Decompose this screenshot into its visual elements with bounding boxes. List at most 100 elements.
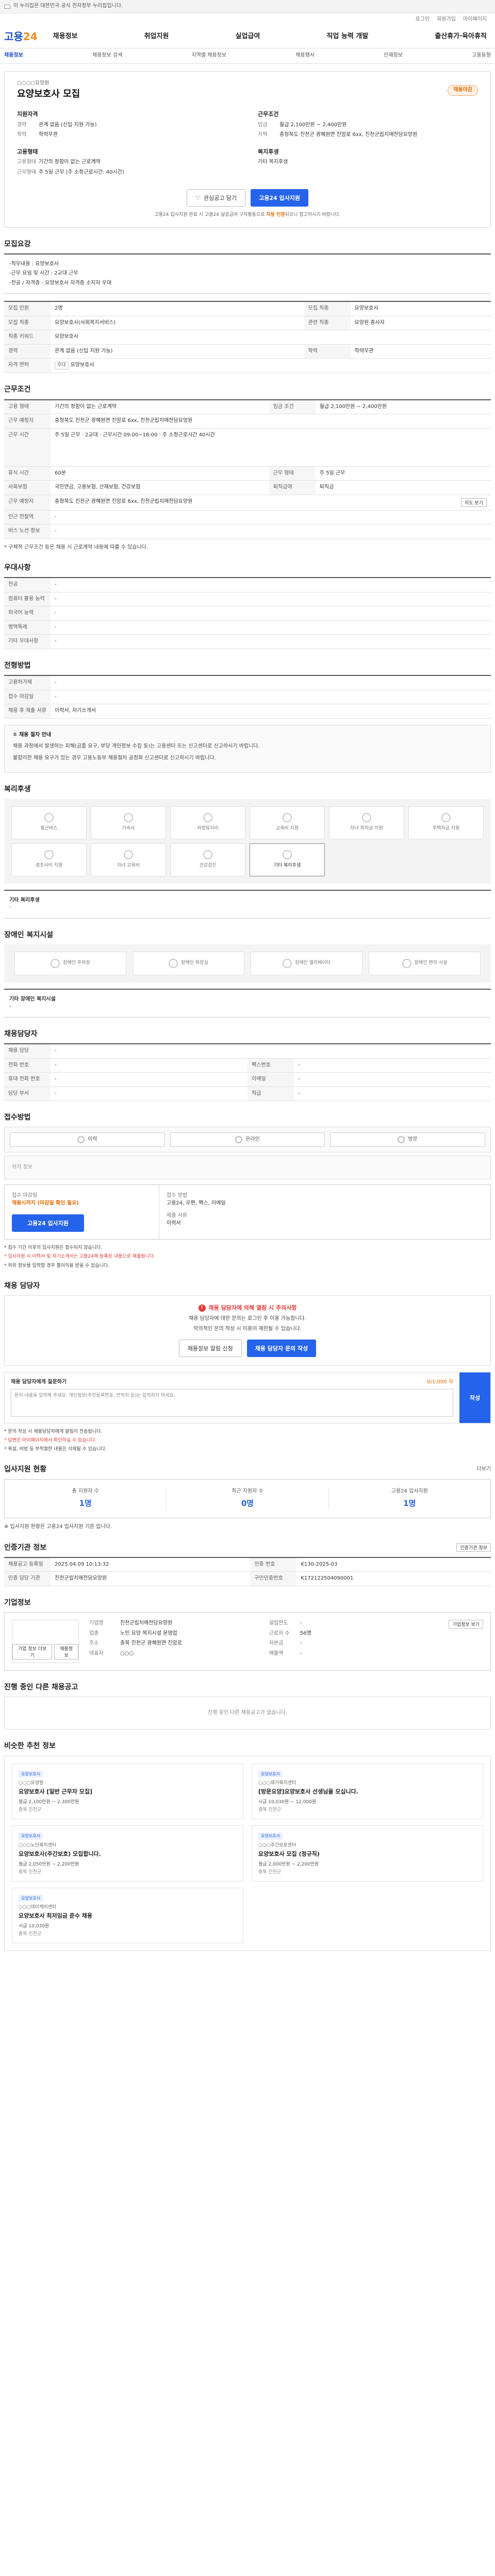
bullet-line: * 접수 기간 이후의 입사지원은 접수되지 않습니다. — [4, 1245, 103, 1251]
kv-key: 설립연도 — [269, 1620, 288, 1626]
method-value: 고용24, 우편, 팩스, 이메일 — [167, 1200, 226, 1206]
kv-key: 임금 — [258, 122, 268, 128]
question-textarea[interactable]: 문의 내용을 입력해 주세요. 개인정보(주민등록번호, 연락처 등)는 입력하… — [11, 1389, 453, 1417]
recommend-card[interactable]: 요양보호사 ○○○노인복지센터 요양보호사(주간보호) 모집합니다. 월급 2,… — [12, 1825, 243, 1882]
lnb-item-region[interactable]: 지역별 채용정보 — [191, 52, 226, 60]
pref-section: 우대사항 전공 - 컴퓨터 활용 능력 - 외국어 능력 - 병역특례 - 기타 우대사… — [4, 563, 491, 649]
disability-item: 장애인 엘리베이터 — [251, 951, 362, 975]
apply-online-button[interactable]: 고용24 입사지원 — [12, 1214, 84, 1232]
row-value: - — [51, 675, 491, 690]
kv-value: 기타 복지후생 — [258, 159, 288, 165]
card-meta: 시급 10,030원 ~ 12,000원 — [258, 1800, 317, 1805]
recommend-card[interactable]: 요양보호사 ○○○재가복지센터 [방문요양]요양보호사 선생님을 모십니다. 시… — [252, 1763, 483, 1820]
row-key: 담당 부서 — [4, 1087, 51, 1101]
row-key: 컴퓨터 활용 능력 — [4, 592, 51, 607]
wheelchair-icon — [402, 958, 411, 968]
site-logo[interactable]: 고용24 — [4, 29, 38, 44]
emp-heading: 고용형태 — [17, 148, 38, 155]
scrap-button[interactable]: ♡ 관심공고 담기 — [187, 189, 246, 207]
row-key: 전공 — [4, 578, 51, 592]
apply-button[interactable]: 고용24 입사지원 — [251, 189, 308, 207]
gnb-item-support[interactable]: 취업지원 — [144, 32, 169, 42]
logo-main: 고용 — [4, 30, 23, 43]
row-key: 근무 형태 — [269, 466, 316, 481]
lnb-item-event[interactable]: 채용행사 — [295, 52, 315, 60]
disability-label: 장애인 편의 시설 — [414, 960, 448, 966]
apply-tabs: 이력 온라인 방문 — [4, 1127, 491, 1153]
welfare-grid: 통근버스 기숙사 차량유지비 교육비 지원 자녀 학자금 지원 주택자금 지원 … — [4, 799, 491, 884]
pref-table: 전공 - 컴퓨터 활용 능력 - 외국어 능력 - 병역특례 - 기타 우대사항 - — [4, 577, 491, 649]
lnb-item-search[interactable]: 채용정보 검색 — [92, 52, 122, 60]
welfare-item: 기타 복리후생 — [250, 843, 325, 876]
welfare-label: 차량유지비 — [197, 826, 219, 832]
company-more-button[interactable]: 기업 정보 더보기 — [12, 1644, 53, 1660]
recommend-card[interactable]: 요양보호사 ○○○주간보호센터 요양보호사 모집 (정규직) 월급 2,000만… — [252, 1825, 483, 1882]
company-name[interactable]: ○○○○요양원 — [17, 80, 80, 88]
row-value: - — [294, 1058, 491, 1073]
job-title: 요양보호사 모집 — [17, 88, 80, 99]
recommend-card[interactable]: 요양보호사 ○○○데이케어센터 요양보호사 최저임금 준수 채용 시급 10,0… — [12, 1887, 243, 1944]
row-key: 모집 직종 — [4, 316, 51, 331]
book-icon — [283, 813, 292, 823]
apply-note: 고용24 입사지원 완료 시 고용24 실업급여 구직활동으로 자동 인정되오니… — [17, 212, 478, 218]
gnb-item-leave[interactable]: 출산휴가·육아휴직 — [435, 32, 487, 42]
gnb-item-jobs[interactable]: 채용정보 — [53, 32, 78, 42]
docs-value: 이력서 — [167, 1220, 181, 1226]
row-key: 병역특례 — [4, 620, 51, 635]
card-company: ○○○노인복지센터 — [19, 1842, 57, 1848]
kv-value: 충청북도 진천군 광혜원면 진암로 6xx, 진천군립치매전담요양원 — [279, 132, 418, 138]
section-title: 우대사항 — [4, 564, 31, 572]
info-section: 인증기관 정보 인증기관 정보 채용공고 등록일 2025.04.09 10:13:… — [4, 1543, 491, 1586]
row-value: 요양보호사 — [350, 301, 491, 316]
recommend-card[interactable]: 요양보호사 ○○○요양원 요양보호사 [일반 근무자 모집] 월급 2,100만… — [12, 1763, 243, 1820]
recommend-cards: 요양보호사 ○○○요양원 요양보호사 [일반 근무자 모집] 월급 2,100만… — [4, 1755, 491, 1952]
submit-question-button[interactable]: 작성 — [459, 1372, 490, 1423]
write-inquiry-button[interactable]: 채용 담당자 문의 작성 — [246, 1339, 317, 1357]
method-label: 접수 방법 — [167, 1193, 187, 1199]
welfare-other: 기타 복리후생 - — [4, 889, 491, 919]
desc-line: -근무 요일 및 시간 : 2교대 근무 — [9, 270, 78, 277]
disability-label: 장애인 엘리베이터 — [294, 960, 331, 966]
row-key: 접수 마감일 — [4, 690, 51, 705]
deadline-value: 채용시까지 (마감일 확인 필요) — [12, 1200, 79, 1206]
stat-value: 1명 — [79, 1499, 92, 1509]
stats-more-link[interactable]: 더보기 — [476, 1466, 491, 1473]
scrap-label: 관심공고 담기 — [203, 195, 237, 202]
kv-value: ○○○ — [120, 1650, 134, 1656]
kv-key: 주소 — [89, 1640, 99, 1647]
kv-key: 학력 — [17, 132, 27, 138]
kv-key: 근무형태 — [17, 169, 36, 175]
join-link[interactable]: 회원가입 — [437, 16, 456, 24]
map-view-button[interactable]: 지도 보기 — [461, 498, 487, 507]
row-key: 고용 형태 — [4, 399, 51, 415]
tab-resume[interactable]: 이력 — [10, 1132, 165, 1147]
mypage-link[interactable]: 마이페이지 — [463, 16, 487, 24]
recommend-section: 비슷한 추천 정보 요양보호사 ○○○요양원 요양보호사 [일반 근무자 모집]… — [4, 1741, 491, 1952]
tab-online[interactable]: 온라인 — [170, 1132, 325, 1147]
row-value: - — [51, 1044, 491, 1059]
tab-visit[interactable]: 방문 — [330, 1132, 486, 1147]
lnb-item-jobs[interactable]: 채용정보 — [4, 52, 23, 60]
company-section: 기업정보 기업 정보 더보기 채용정보 기업명 진천군립치매전담요양원 업종 노인 … — [4, 1598, 491, 1671]
gnb-item-training[interactable]: 직업 능력 개발 — [326, 32, 368, 42]
company-jobs-button[interactable]: 채용정보 — [54, 1644, 78, 1660]
tab-label: 방문 — [408, 1137, 418, 1143]
disability-grid: 장애인 주차장 장애인 화장실 장애인 엘리베이터 장애인 편의 시설 — [4, 944, 491, 982]
lnb-item-talent[interactable]: 인재정보 — [384, 52, 403, 60]
company-detail-button[interactable]: 기업정보 보기 — [449, 1620, 484, 1629]
info-button[interactable]: 인증기관 정보 — [456, 1543, 491, 1552]
note-line: * 문의 작성 시 채용담당자에게 알림이 전송됩니다. — [4, 1429, 103, 1435]
alert-subscribe-button[interactable]: 채용정보 알림 신청 — [178, 1339, 242, 1357]
row-value: K172122504090001 — [296, 1571, 491, 1586]
welfare-item: 기숙사 — [91, 806, 166, 839]
lnb-item-trend[interactable]: 고용동향 — [472, 52, 491, 60]
company-logo: 기업 정보 더보기 채용정보 — [12, 1620, 79, 1664]
logo-sub: 24 — [23, 30, 38, 43]
gnb-item-benefit[interactable]: 실업급여 — [236, 32, 260, 42]
row-key: 근무 시간 — [4, 428, 51, 467]
login-link[interactable]: 로그인 — [416, 16, 430, 24]
stat-item: 총 지원자 수 1명 — [5, 1487, 167, 1510]
kv-value: 충북 진천군 광혜원면 진암로 — [120, 1640, 182, 1647]
contact-section: 채용담당자 채용 담당 - 전화 번호 - 팩스번호 - 휴대 전화 번호 - 이메일 - 담… — [4, 1029, 491, 1101]
disability-item: 장애인 주차장 — [14, 951, 126, 975]
